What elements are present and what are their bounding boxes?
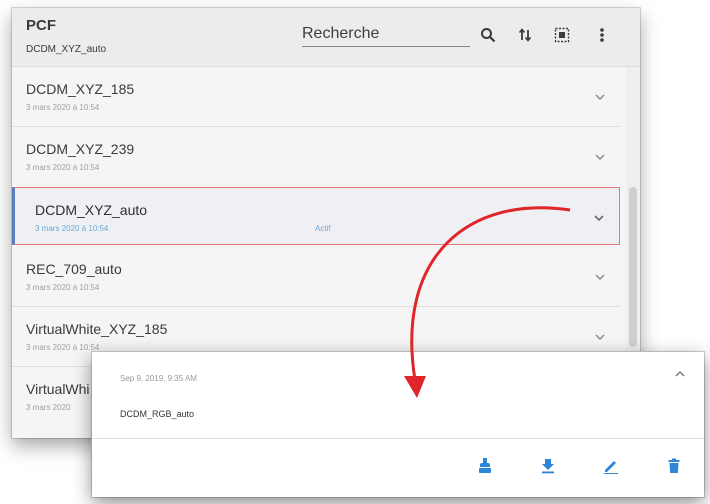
callout-arrow [404, 206, 571, 398]
